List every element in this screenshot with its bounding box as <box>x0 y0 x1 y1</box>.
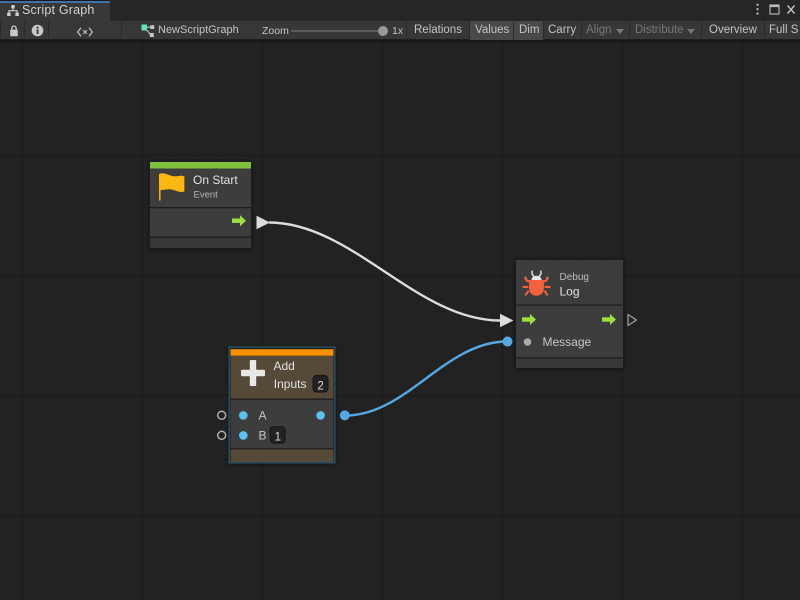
svg-text:Inputs: Inputs <box>274 377 307 391</box>
svg-text:2: 2 <box>317 380 323 392</box>
svg-text:B: B <box>259 428 267 442</box>
svg-text:Message: Message <box>543 335 592 349</box>
svg-text:1: 1 <box>275 431 281 443</box>
svg-text:Add: Add <box>274 359 295 373</box>
svg-text:Debug: Debug <box>560 272 589 283</box>
svg-text:On Start: On Start <box>193 173 238 187</box>
svg-text:Log: Log <box>560 285 580 299</box>
svg-text:A: A <box>259 408 267 422</box>
svg-text:Event: Event <box>194 190 219 201</box>
